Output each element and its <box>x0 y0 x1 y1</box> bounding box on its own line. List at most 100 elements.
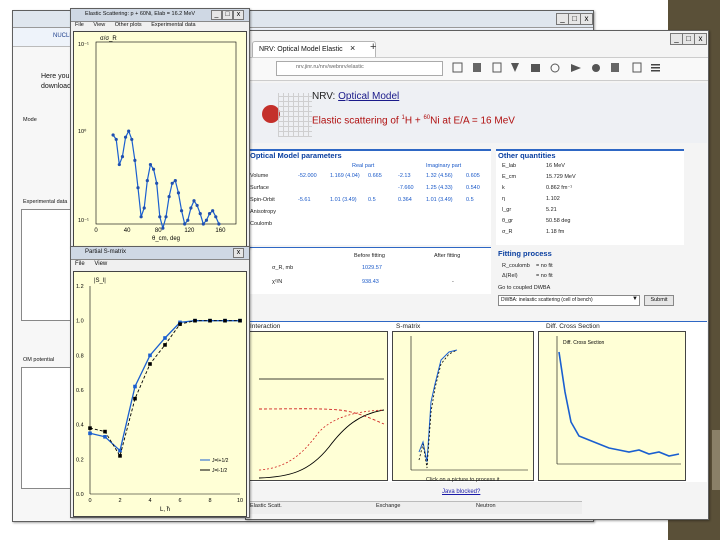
om-cell-a[interactable]: 0.665 <box>368 173 382 179</box>
status-item-2[interactable]: Exchange <box>376 503 400 509</box>
scattering-close-button[interactable]: x <box>233 10 244 20</box>
scattering-data-point <box>158 215 162 219</box>
optical-model-link[interactable]: Optical Model <box>338 91 399 102</box>
menu-file[interactable]: File <box>75 22 84 28</box>
fitting-key: Δ(Rel) <box>502 273 518 279</box>
bookmark-icon[interactable] <box>452 62 463 73</box>
browser-tab[interactable]: NRV: Optical Model Elastic <box>252 41 376 57</box>
other-quantity-value: 5.21 <box>546 207 557 213</box>
submit-button[interactable]: Submit <box>644 295 674 306</box>
scattering-data-point <box>130 137 134 142</box>
scattering-data-point <box>192 199 196 203</box>
browser-close-button[interactable]: x <box>694 33 707 45</box>
smatrix-section-title: S-matrix <box>396 323 421 330</box>
account-icon[interactable] <box>592 64 600 72</box>
partial-data-point <box>163 343 167 347</box>
sync-icon[interactable] <box>550 63 560 73</box>
send-icon[interactable] <box>571 64 581 72</box>
partial-smatrix-plot[interactable]: 1.2 1.0 0.8 0.6 0.4 0.2 0.0 0 2 4 6 8 10 |S_l| L, ħ J=l… <box>73 271 247 517</box>
menu-view[interactable]: View <box>94 261 107 267</box>
tab-close-icon[interactable]: × <box>350 43 355 53</box>
partial-x-tick: 8 <box>208 498 211 504</box>
scattering-data-point <box>139 215 143 219</box>
hamburger-icon[interactable] <box>651 64 660 72</box>
partial-text-2: download <box>41 83 71 90</box>
fitting-process-title: Fitting process <box>498 249 552 258</box>
partial-data-point <box>193 318 197 323</box>
om-cell-v[interactable]: -5.61 <box>298 197 311 203</box>
real-part-label: Real part <box>352 163 375 169</box>
reader-icon[interactable] <box>492 62 502 73</box>
close-button[interactable]: x <box>580 13 593 25</box>
status-item-3[interactable]: Neutron <box>476 503 496 509</box>
om-cell-w[interactable]: -7.660 <box>398 185 414 191</box>
dwba-select[interactable]: DWBA: inelastic scattering (cell of benc… <box>498 295 640 306</box>
partial-data-point <box>103 435 107 439</box>
dwba-label: Go to coupled DWBA <box>498 285 551 291</box>
partial-close-button[interactable]: x <box>233 248 244 258</box>
scattering-minimize-button[interactable]: _ <box>211 10 222 20</box>
other-quantity-key: η <box>502 196 506 202</box>
other-quantity-key: θ_gr <box>502 218 514 224</box>
om-cell-v[interactable]: -52.000 <box>298 173 317 179</box>
om-cell-r[interactable]: 1.01 (3.49) <box>330 197 357 203</box>
om-cell-ri[interactable]: 1.25 (4.33) <box>426 185 453 191</box>
fit-row1-before: 1029.57 <box>362 265 382 271</box>
om-cell-w[interactable]: 0.364 <box>398 197 412 203</box>
partial-menubar: File View <box>75 261 115 267</box>
partial-y-tick: 0.4 <box>76 423 84 429</box>
om-cell-r[interactable]: 1.169 (4.04) <box>330 173 360 179</box>
fitting-key: R_coulomb <box>502 263 530 269</box>
status-item-1[interactable]: Elastic Scatt. <box>250 503 282 509</box>
diffcs-plot[interactable]: Diff. Cross Section <box>538 331 686 481</box>
exp-data-mini-plot[interactable] <box>21 209 75 321</box>
scattering-x-label: θ_cm, deg <box>152 236 180 242</box>
scattering-data-point <box>204 218 209 222</box>
new-tab-button[interactable]: + <box>370 41 376 53</box>
partial-x-tick: 6 <box>178 498 181 504</box>
browser-window: _ □ x NRV: Optical Model Elastic × + nrv… <box>245 30 709 520</box>
diffcs-curve <box>558 351 680 457</box>
click-instruction: Click on a picture to process it <box>426 477 500 483</box>
partial-data-point <box>178 322 182 326</box>
interaction-plot[interactable] <box>248 331 388 481</box>
om-cell-ri[interactable]: 1.01 (3.49) <box>426 197 453 203</box>
om-cell-w[interactable]: -2.13 <box>398 173 411 179</box>
addon-icon[interactable] <box>611 63 619 72</box>
menu-view[interactable]: View <box>93 22 105 28</box>
page-subtitle: Elastic scattering of 1H + 60Ni at E/A =… <box>312 115 515 126</box>
library-icon[interactable] <box>473 63 481 72</box>
fitting-value: = no fit <box>536 273 553 279</box>
om-cell-ai[interactable]: 0.5 <box>466 197 474 203</box>
om-cell-ai[interactable]: 0.540 <box>466 185 480 191</box>
smatrix-plot[interactable] <box>392 331 534 481</box>
menu-experimental-data[interactable]: Experimental data <box>151 22 195 28</box>
scattering-data-point <box>201 222 205 226</box>
menu-other-plots[interactable]: Other plots <box>115 22 142 28</box>
scattering-y-label: σ/σ_R <box>100 36 117 42</box>
partial-legend-label: J=l+1/2 <box>212 458 229 464</box>
scattering-maximize-button[interactable]: □ <box>222 10 233 20</box>
scattering-plot[interactable]: 0 40 80 120 160 10⁻¹ 10⁰ 10⁻¹ σ/σ_R θ_cm, deg <box>73 31 247 247</box>
scattering-data-point <box>164 215 168 219</box>
scattering-data-point <box>195 203 199 208</box>
home-icon[interactable] <box>531 64 540 72</box>
partial-text-1: Here you <box>41 73 70 80</box>
partial-data-point <box>238 318 242 323</box>
scattering-data-point <box>179 209 184 213</box>
menu-icon[interactable] <box>632 62 642 73</box>
menu-file[interactable]: File <box>75 261 85 267</box>
om-cell-ri[interactable]: 1.32 (4.56) <box>426 173 453 179</box>
download-icon[interactable] <box>511 63 519 72</box>
om-cell-a[interactable]: 0.5 <box>368 197 376 203</box>
other-quantity-value: 50.58 deg <box>546 218 571 224</box>
om-potential-mini-plot[interactable] <box>21 367 75 489</box>
om-cell-ai[interactable]: 0.605 <box>466 173 480 179</box>
scattering-x-tick: 80 <box>155 228 162 234</box>
scattering-data-point <box>170 181 174 185</box>
fit-row2-before: 938.43 <box>362 279 379 285</box>
partial-data-point <box>133 396 137 401</box>
java-blocked-link[interactable]: Java blocked? <box>442 489 480 495</box>
projectile: H <box>404 115 413 127</box>
diffcs-legend: Diff. Cross Section <box>563 340 605 346</box>
